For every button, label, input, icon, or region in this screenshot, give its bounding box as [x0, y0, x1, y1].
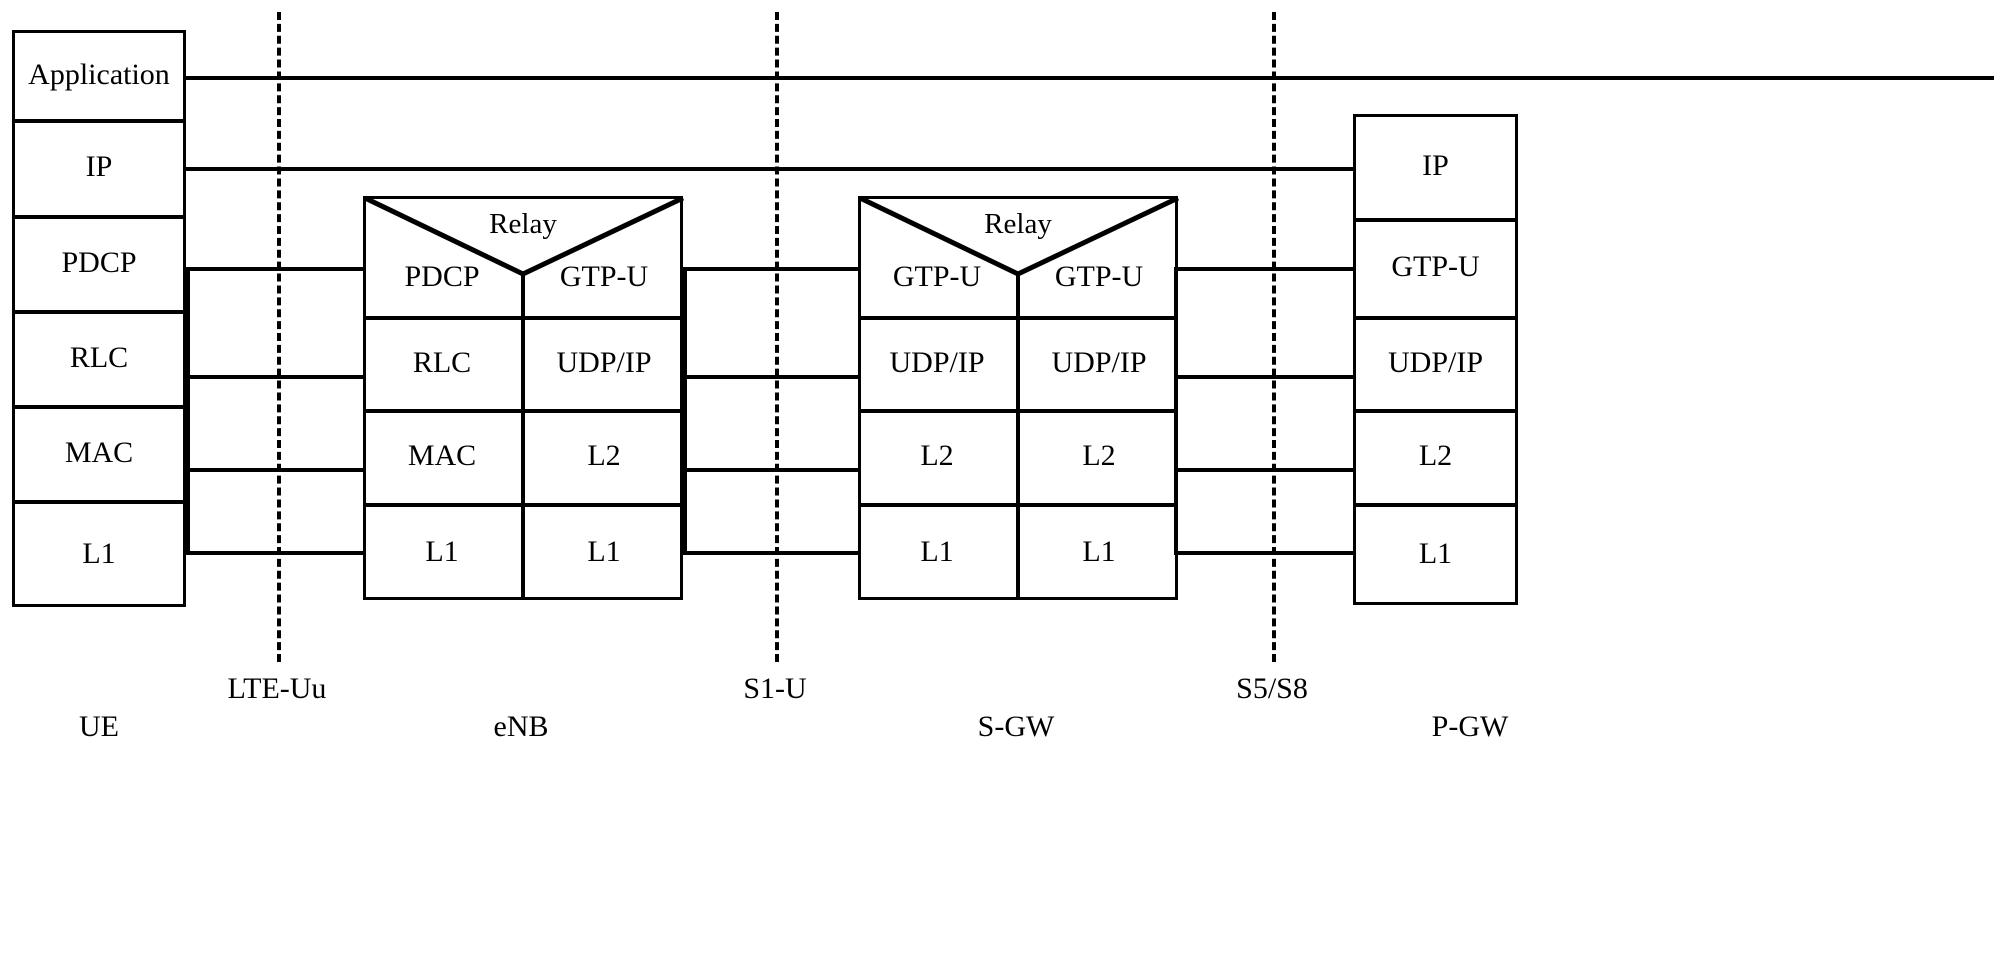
pgw-layer-gtpu: GTP-U: [1353, 218, 1518, 316]
enb-left-layer-pdcp-label: PDCP: [404, 260, 480, 293]
enb-right-layer-gtpu: GTP-U: [525, 238, 683, 316]
sgw-right-layer-gtpu: GTP-U: [1020, 238, 1178, 316]
pgw-layer-l1: L1: [1353, 503, 1518, 605]
link-gtpu-enb-sgw: [683, 267, 858, 271]
interface-label-lte-uu: LTE-Uu: [227, 672, 327, 705]
link-pdcp-ue-enb: [186, 267, 363, 271]
interface-line-s1-u: [775, 12, 779, 662]
pgw-layer-l2: L2: [1353, 409, 1518, 503]
sgw-left-layer-l1-label: L1: [920, 534, 954, 568]
ue-layer-rlc: RLC: [12, 310, 186, 405]
ue-layer-application: Application: [12, 30, 186, 119]
link-l1-enb-sgw: [683, 551, 858, 555]
sgw-right-layer-l1: L1: [1020, 503, 1178, 600]
pgw-layer-l1-label: L1: [1418, 537, 1453, 570]
link-riser-enb-sgw: [683, 267, 687, 555]
enb-left-layer-mac: MAC: [363, 409, 521, 503]
sgw-right-layer-l2: L2: [1020, 409, 1178, 503]
link-gtpu-sgw-pgw: [1178, 267, 1353, 271]
node-label-enb: eNB: [493, 710, 549, 743]
sgw-left-layer-udpip-label: UDP/IP: [889, 345, 985, 379]
sgw-relay-label: Relay: [984, 208, 1052, 240]
link-ip-e2e: [186, 167, 1353, 171]
node-label-sgw: S-GW: [977, 710, 1055, 743]
pgw-layer-l2-label: L2: [1418, 439, 1453, 472]
sgw-left-layer-l2: L2: [858, 409, 1016, 503]
ue-layer-pdcp: PDCP: [12, 215, 186, 310]
sgw-left-layer-l1: L1: [858, 503, 1016, 600]
link-riser-ue-enb: [186, 267, 190, 555]
enb-left-layer-rlc: RLC: [363, 316, 521, 409]
sgw-left-layer-gtpu: GTP-U: [858, 238, 1016, 316]
sgw-right-layer-udpip-label: UDP/IP: [1051, 345, 1147, 379]
ue-layer-pdcp-label: PDCP: [61, 245, 137, 279]
link-rlc-ue-enb: [186, 375, 363, 379]
pgw-layer-ip: IP: [1353, 114, 1518, 218]
enb-right-layer-l2: L2: [525, 409, 683, 503]
link-udpip-enb-sgw: [683, 375, 858, 379]
sgw-right-layer-l1-label: L1: [1082, 534, 1116, 568]
interface-label-s1-u: S1-U: [743, 672, 807, 705]
link-udpip-sgw-pgw: [1178, 375, 1353, 379]
ue-layer-mac: MAC: [12, 405, 186, 500]
ue-layer-l1: L1: [12, 500, 186, 607]
interface-line-lte-uu: [277, 12, 281, 662]
enb-left-layer-l1: L1: [363, 503, 521, 600]
ue-layer-mac-label: MAC: [64, 435, 134, 469]
sgw-right-layer-udpip: UDP/IP: [1020, 316, 1178, 409]
ue-layer-application-label: Application: [28, 57, 170, 91]
ue-layer-l1-label: L1: [82, 536, 116, 570]
enb-left-layer-rlc-label: RLC: [412, 345, 472, 379]
enb-right-layer-l1-label: L1: [587, 534, 621, 568]
ue-layer-ip: IP: [12, 119, 186, 215]
enb-right-layer-l1: L1: [525, 503, 683, 600]
interface-line-s5-s8: [1272, 12, 1276, 662]
link-l2-sgw-pgw: [1178, 468, 1353, 472]
enb-left-layer-l1-label: L1: [425, 534, 459, 568]
sgw-right-layer-gtpu-label: GTP-U: [1054, 260, 1144, 293]
ue-layer-ip-label: IP: [85, 150, 113, 183]
enb-right-layer-l2-label: L2: [587, 439, 621, 472]
link-riser-sgw-pgw: [1174, 267, 1178, 555]
enb-relay-label: Relay: [489, 208, 557, 240]
enb-right-layer-gtpu-label: GTP-U: [559, 260, 649, 293]
link-application-e2e: [186, 76, 1994, 80]
link-l1-sgw-pgw: [1178, 551, 1353, 555]
enb-left-layer-mac-label: MAC: [407, 439, 477, 472]
enb-left-layer-pdcp: PDCP: [363, 238, 521, 316]
sgw-left-layer-gtpu-label: GTP-U: [892, 260, 982, 293]
protocol-stack-diagram: Application IP PDCP RLC MAC L1 Relay PDC…: [0, 0, 1994, 960]
node-label-pgw: P-GW: [1431, 710, 1509, 743]
link-l2-enb-sgw: [683, 468, 858, 472]
pgw-layer-gtpu-label: GTP-U: [1391, 250, 1480, 283]
enb-right-layer-udpip-label: UDP/IP: [556, 345, 652, 379]
pgw-layer-ip-label: IP: [1422, 149, 1449, 182]
interface-label-s5-s8: S5/S8: [1236, 672, 1308, 705]
pgw-layer-udpip: UDP/IP: [1353, 316, 1518, 409]
pgw-layer-udpip-label: UDP/IP: [1387, 345, 1484, 379]
node-label-ue: UE: [79, 710, 119, 743]
enb-right-layer-udpip: UDP/IP: [525, 316, 683, 409]
sgw-left-layer-udpip: UDP/IP: [858, 316, 1016, 409]
sgw-right-layer-l2-label: L2: [1082, 439, 1116, 472]
link-l1-ue-enb: [186, 551, 363, 555]
link-mac-ue-enb: [186, 468, 363, 472]
ue-layer-rlc-label: RLC: [69, 340, 129, 374]
sgw-left-layer-l2-label: L2: [920, 439, 954, 472]
